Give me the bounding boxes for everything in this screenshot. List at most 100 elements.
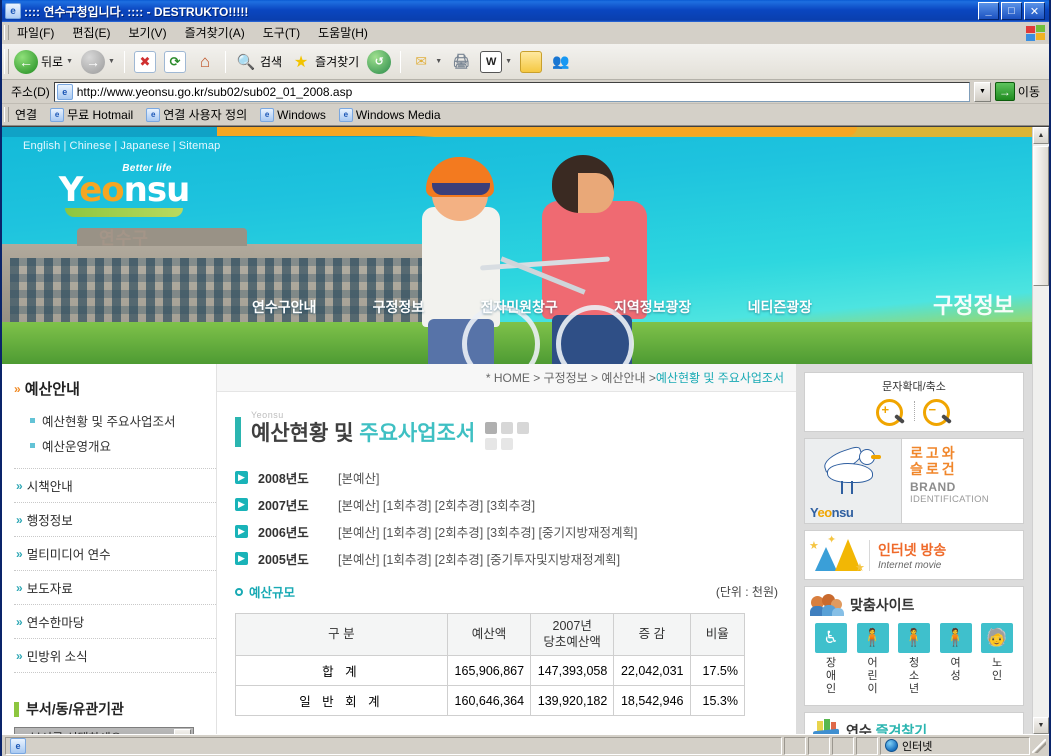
gnb-gujeong-info[interactable]: 구정정보 [373,297,425,317]
select-department-value: :: 부서를 선택하세요 [20,729,122,734]
menu-view[interactable]: 보기(V) [119,22,175,43]
forward-button[interactable]: → ▼ [77,48,119,76]
address-label: 주소(D) [11,85,50,99]
breadcrumb: * HOME > 구정정보 > 예산안내 > 예산현황 및 주요사업조서 [217,364,796,392]
menu-tools[interactable]: 도구(T) [254,22,309,43]
print-button[interactable]: 🖨 [446,49,476,75]
lnb-subitem-budget-status[interactable]: 예산현황 및 주요사업조서 [30,408,216,433]
chevron-down-icon-mail[interactable]: ▼ [435,58,442,65]
stop-button[interactable]: ✖ [130,49,160,75]
gnb-yeonsu-guide[interactable]: 연수구안내 [252,297,316,317]
chevron-down-icon-edit[interactable]: ▼ [505,58,512,65]
lang-english[interactable]: English [20,140,63,152]
cell-budget: 160,646,364 [446,685,532,717]
menu-favorites[interactable]: 즐겨찾기(A) [176,22,254,43]
internet-movie-en: Internet movie [878,559,942,571]
lnb-item-civil-defense[interactable]: » 민방위 소식 [14,638,216,673]
brand-en-line1: BRAND [910,480,956,495]
lnb-subitem-budget-overview[interactable]: 예산운영개요 [30,433,216,458]
page-title-kor-1: 예산현황 및 [251,422,360,445]
th-category: 구 분 [235,612,448,657]
page-viewport: English | Chinese | Japanese | Sitemap Better … [2,126,1049,734]
cell-category: 일 반 회 계 [235,685,448,717]
select-department[interactable]: :: 부서를 선택하세요 ▼ [14,727,194,734]
gnb-netizen[interactable]: 네티즌광장 [748,297,812,317]
gnb-civil-service[interactable]: 전자민원창구 [480,297,557,317]
resize-grip[interactable] [1032,738,1046,753]
lnb-item-multimedia[interactable]: » 멀티미디어 연수 [14,536,216,570]
link-windows-media[interactable]: e Windows Media [334,107,446,122]
scroll-down-button[interactable]: ▼ [1033,717,1049,734]
chevron-down-icon-forward[interactable]: ▼ [108,58,115,65]
chevron-down-icon[interactable]: ▼ [174,729,191,734]
year-links[interactable]: [본예산] [1회추경] [2회추경] [중기투자및지방재정계획] [338,549,620,568]
address-input[interactable]: e http://www.yeonsu.go.kr/sub02/sub02_01… [53,81,970,102]
maximize-button[interactable]: □ [1001,2,1022,20]
address-dropdown-button[interactable]: ▼ [973,81,991,102]
year-row-2005: ▶ 2005년도 [본예산] [1회추경] [2회추경] [중기투자및지방재정계… [235,545,778,572]
link-windows[interactable]: e Windows [255,107,331,122]
search-button[interactable]: 🔍 검색 [231,49,286,75]
folder-button[interactable] [516,49,546,75]
year-label: 2005년도 [258,553,309,567]
history-button[interactable]: ↺ [363,48,395,76]
gnb-local-info[interactable]: 지역정보광장 [614,297,691,317]
year-links[interactable]: [본예산] [338,468,379,487]
zoom-in-icon[interactable]: + [874,398,908,426]
back-button[interactable]: ← 뒤로 ▼ [10,48,77,76]
link-customize[interactable]: e 연결 사용자 정의 [141,106,252,123]
lnb-heading-row[interactable]: » 예산안내 [14,378,216,399]
zoom-out-icon[interactable]: − [921,398,955,426]
bird-beak [871,455,881,459]
scroll-track[interactable] [1033,144,1049,717]
lnb-item-admin[interactable]: » 행정정보 [14,502,216,536]
dot [501,422,514,434]
lnb-item-label: 행정정보 [26,514,73,528]
arrow-bullet-icon: ▶ [235,552,248,565]
internet-movie-card[interactable]: ★ ★ ✦ 인터넷 방송 Internet movie [804,530,1024,580]
favorites-button[interactable]: ★ 즐겨찾기 [286,49,363,75]
year-links[interactable]: [본예산] [1회추경] [2회추경] [3회추경] [338,495,535,514]
chevron-down-icon[interactable]: ▼ [66,58,73,65]
label-line: 인 [991,670,1003,683]
link-hotmail[interactable]: e 무료 Hotmail [45,106,138,123]
scroll-up-button[interactable]: ▲ [1033,127,1049,144]
banner-curve [217,127,857,136]
messenger-button[interactable]: 👥 [546,49,576,75]
year-links[interactable]: [본예산] [1회추경] [2회추경] [3회추경] [중기지방재정계획] [338,522,637,541]
home-button[interactable]: ⌂ [190,49,220,75]
menu-edit[interactable]: 편집(E) [63,22,119,43]
mail-button[interactable]: ✉ ▼ [406,49,446,75]
link-windows-label: Windows [277,107,326,122]
lnb-item-festival[interactable]: » 연수한마당 [14,604,216,638]
go-button[interactable]: → 이동 [994,82,1046,101]
table-header-row: 구 분 예산액 2007년 당초예산액 증 감 비율 [235,612,746,657]
menu-help[interactable]: 도움말(H) [309,22,377,43]
lang-sitemap[interactable]: Sitemap [176,140,224,152]
brand-identification-card[interactable]: Yeonsu 로고와 슬로건 BRAND IDENTIFICATION [804,438,1024,524]
favorites-title: 연수 즐겨찾기 [846,721,927,734]
lang-japanese[interactable]: Japanese [117,140,172,152]
vertical-scrollbar[interactable]: ▲ ▼ [1032,127,1049,734]
refresh-button[interactable]: ⟳ [160,49,190,75]
elderly-icon[interactable]: 🧓 [981,623,1013,653]
youth-icon[interactable]: 🧍 [898,623,930,653]
label-disabled: 장 애 인 [815,657,847,697]
edit-button[interactable]: W ▼ [476,49,516,75]
lnb-item-press[interactable]: » 보도자료 [14,570,216,604]
label-children: 어 린 이 [857,657,889,697]
scroll-thumb[interactable] [1033,146,1049,286]
menu-file[interactable]: 파일(F) [8,22,63,43]
lang-chinese[interactable]: Chinese [67,140,115,152]
status-pane-2 [808,736,830,755]
wheelchair-icon[interactable]: ♿ [815,623,847,653]
child-icon[interactable]: 🧍 [856,623,889,653]
close-button[interactable]: ✕ [1024,2,1045,20]
link-icon: e [338,107,353,122]
history-icon: ↺ [367,49,392,74]
woman-icon[interactable]: 🧍 [939,623,972,653]
window-controls: _ □ ✕ [978,2,1047,20]
minimize-button[interactable]: _ [978,2,999,20]
lnb-item-policy[interactable]: » 시책안내 [14,468,216,502]
lnb-item-label: 멀티미디어 연수 [26,548,111,562]
